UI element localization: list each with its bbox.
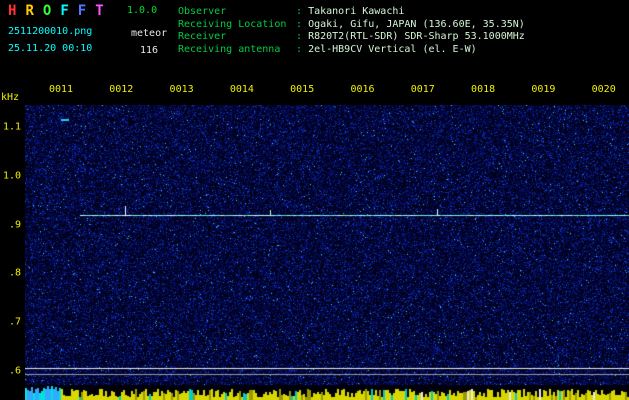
freq-axis-label: .8 <box>8 267 21 279</box>
freq-axis-label: 1.1 <box>2 121 21 133</box>
time-axis-label: 0011 <box>48 84 74 95</box>
info-row-separator: : <box>290 31 309 42</box>
info-row-label: Observer <box>178 6 227 17</box>
time-axis: 0011 0012 0013 0014 0015 0016 0017 0018 0019 0020 <box>0 84 629 96</box>
app-logo: HROFFT <box>8 3 113 19</box>
time-axis-label: 0016 <box>350 84 375 95</box>
time-axis-label: 0019 <box>531 84 556 95</box>
info-row-label: Receiving antenna <box>178 43 281 55</box>
freq-axis: 1.1 1.0 .9 .8 .7 .6 <box>0 105 24 395</box>
info-row: Observer : Takanori Kawachi <box>178 6 525 19</box>
info-row-separator: : <box>290 18 309 30</box>
hrofft-window: HROFFT 1.0.0 2511200010.png meteor 25.11… <box>0 0 629 400</box>
logo-letter: R <box>25 3 43 19</box>
datetime-label: 25.11.20 00:10 <box>8 43 93 54</box>
info-row-value: 2el-HB9CV Vertical (el. E-W) <box>308 43 477 55</box>
info-row-label: Receiver <box>178 31 227 42</box>
sample-count: 116 <box>140 45 159 56</box>
time-axis-label: 0020 <box>591 84 616 95</box>
observer-info: Observer : Takanori Kawachi Receiving Loc… <box>178 6 525 56</box>
freq-axis-label: 1.0 <box>2 170 21 182</box>
freq-axis-label: .7 <box>8 316 21 328</box>
time-axis-label: 0017 <box>410 84 435 95</box>
freq-axis-label: .6 <box>8 365 21 377</box>
info-row-value: R820T2(RTL-SDR) SDR-Sharp 53.1000MHz <box>308 31 525 42</box>
logo-letter: H <box>8 3 26 19</box>
time-axis-label: 0015 <box>290 84 315 95</box>
app-version: 1.0.0 <box>127 5 158 16</box>
info-row-value: Ogaki, Gifu, JAPAN (136.60E, 35.35N) <box>308 18 525 30</box>
info-row-separator: : <box>290 6 309 17</box>
time-axis-label: 0013 <box>169 84 194 95</box>
info-row: Receiver : R820T2(RTL-SDR) SDR-Sharp 53.… <box>178 31 525 44</box>
mode-label: meteor <box>131 28 168 39</box>
logo-letter: F <box>77 3 96 19</box>
time-axis-label: 0018 <box>471 84 496 95</box>
info-row: Receiving Location : Ogaki, Gifu, JAPAN … <box>178 19 525 32</box>
filename-label: 2511200010.png <box>8 26 93 37</box>
logo-letter: O <box>42 3 61 19</box>
freq-axis-label: .9 <box>8 219 21 231</box>
info-row-value: Takanori Kawachi <box>308 6 405 17</box>
info-row-label: Receiving Location <box>178 18 287 30</box>
time-axis-label: 0014 <box>229 84 254 95</box>
info-row: Receiving antenna : 2el-HB9CV Vertical (… <box>178 44 525 57</box>
time-axis-label: 0012 <box>109 84 134 95</box>
freq-axis-unit: kHz <box>1 92 20 103</box>
spectrogram-canvas <box>25 105 629 400</box>
logo-letter: T <box>95 3 113 19</box>
info-row-separator: : <box>290 43 309 55</box>
logo-letter: F <box>60 3 78 19</box>
